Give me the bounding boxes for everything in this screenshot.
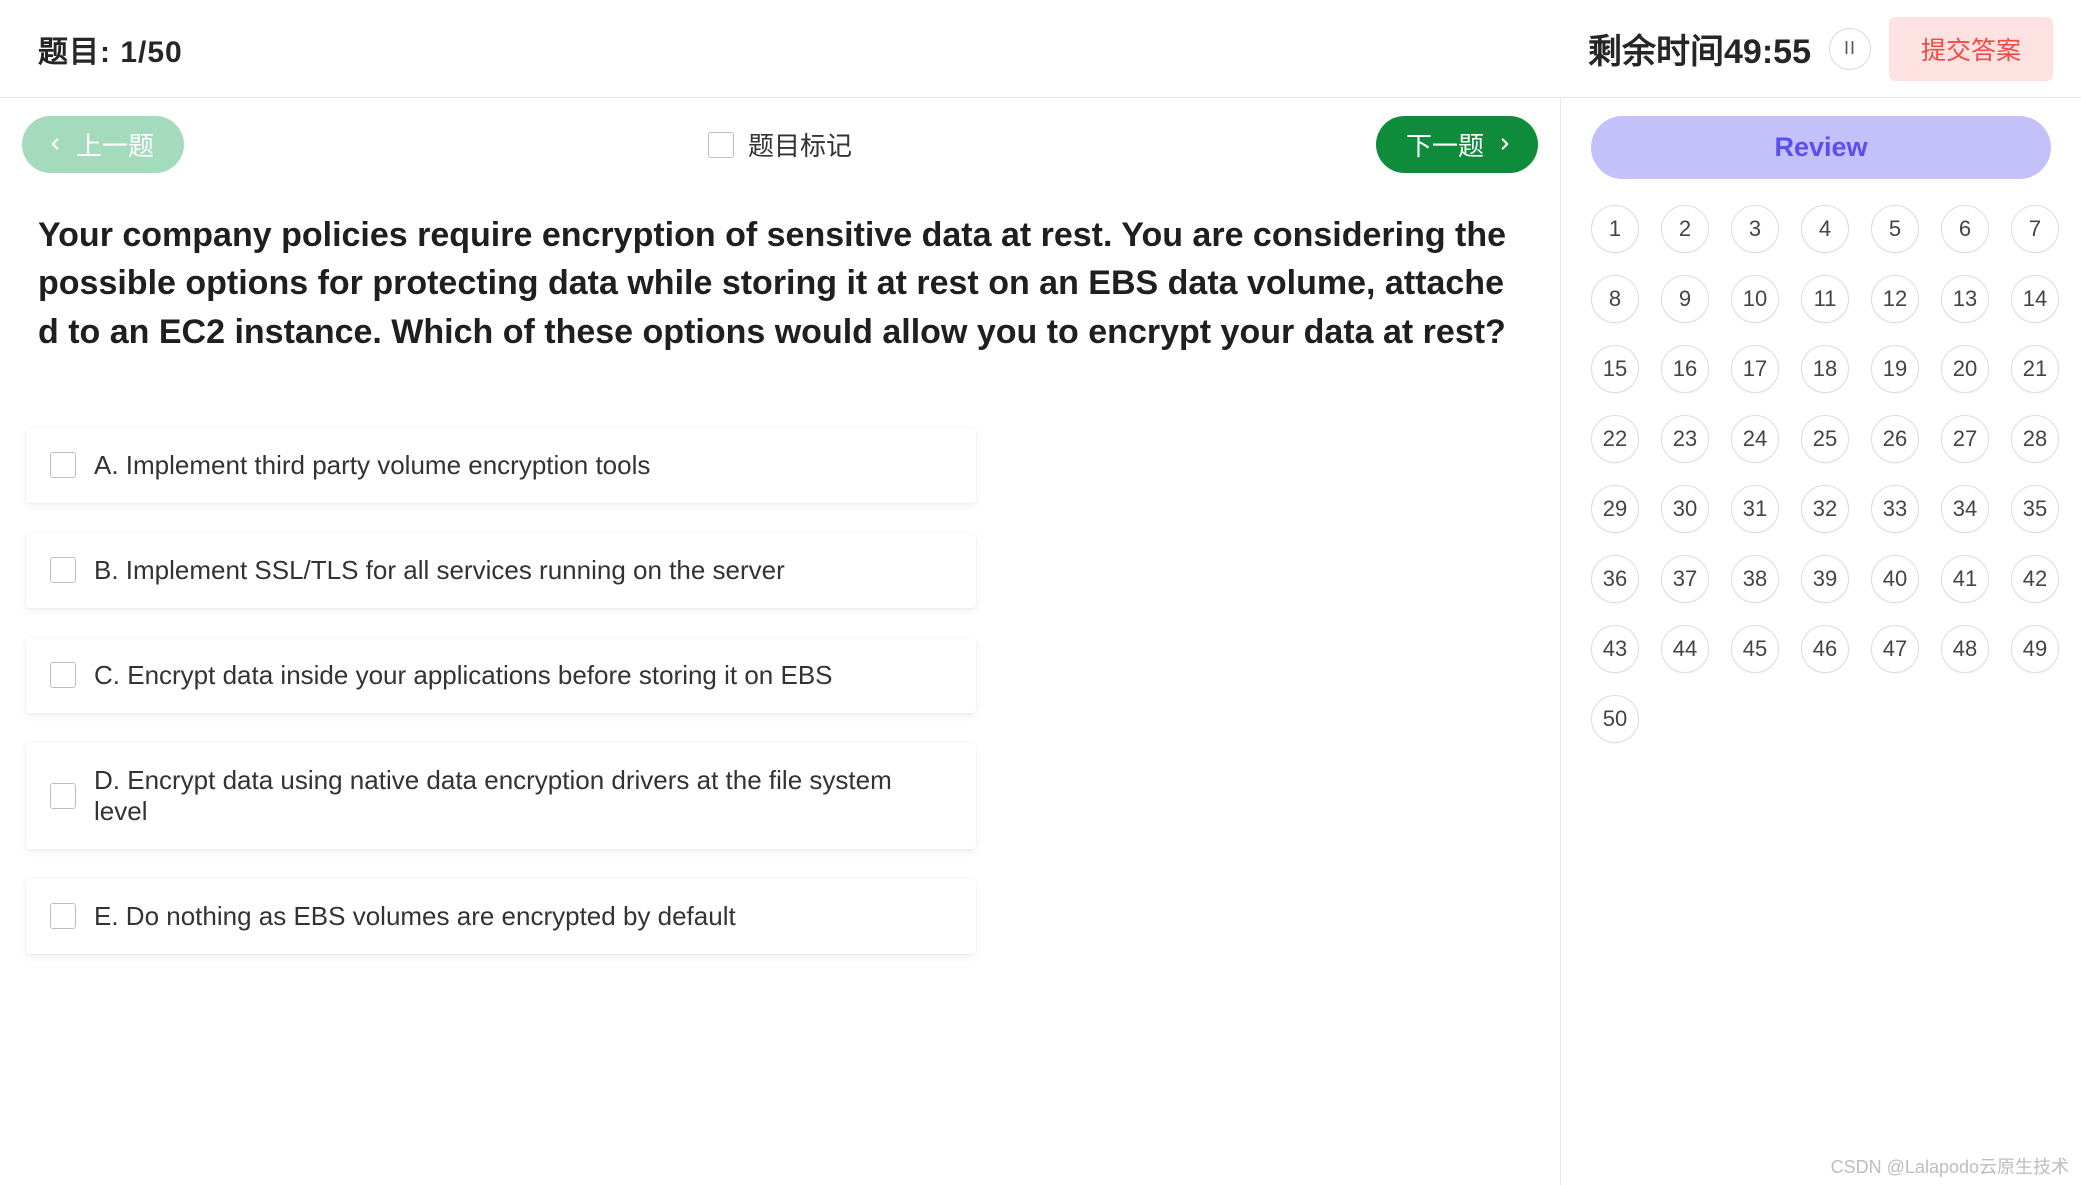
question-number-cell[interactable]: 19 <box>1871 345 1919 393</box>
question-number-cell[interactable]: 50 <box>1591 695 1639 743</box>
question-number-cell[interactable]: 15 <box>1591 345 1639 393</box>
question-number-cell[interactable]: 33 <box>1871 485 1919 533</box>
question-number-cell[interactable]: 44 <box>1661 625 1709 673</box>
question-number-cell[interactable]: 4 <box>1801 205 1849 253</box>
timer-label: 剩余时间49:55 <box>1588 24 1811 73</box>
question-number-cell[interactable]: 30 <box>1661 485 1709 533</box>
answer-option[interactable]: C. Encrypt data inside your applications… <box>26 638 976 713</box>
top-bar: 题目: 1/50 剩余时间49:55 II 提交答案 <box>0 0 2081 98</box>
question-number-cell[interactable]: 31 <box>1731 485 1779 533</box>
question-number-cell[interactable]: 11 <box>1801 275 1849 323</box>
question-number-cell[interactable]: 14 <box>2011 275 2059 323</box>
top-right-controls: 剩余时间49:55 II 提交答案 <box>1588 17 2053 81</box>
question-number-cell[interactable]: 40 <box>1871 555 1919 603</box>
chevron-right-icon <box>1496 129 1514 160</box>
question-number-cell[interactable]: 46 <box>1801 625 1849 673</box>
question-number-cell[interactable]: 25 <box>1801 415 1849 463</box>
question-number-cell[interactable]: 36 <box>1591 555 1639 603</box>
question-number-cell[interactable]: 32 <box>1801 485 1849 533</box>
question-number-cell[interactable]: 24 <box>1731 415 1779 463</box>
question-number-cell[interactable]: 17 <box>1731 345 1779 393</box>
next-label: 下一题 <box>1406 126 1484 163</box>
answer-checkbox[interactable] <box>50 662 76 688</box>
question-number-cell[interactable]: 6 <box>1941 205 1989 253</box>
body-area: 上一题 题目标记 下一题 Your company policies requi… <box>0 98 2081 1185</box>
question-number-cell[interactable]: 35 <box>2011 485 2059 533</box>
question-number-cell[interactable]: 9 <box>1661 275 1709 323</box>
prev-label: 上一题 <box>76 126 154 163</box>
question-number-cell[interactable]: 42 <box>2011 555 2059 603</box>
question-number-cell[interactable]: 27 <box>1941 415 1989 463</box>
question-number-cell[interactable]: 7 <box>2011 205 2059 253</box>
question-number-cell[interactable]: 37 <box>1661 555 1709 603</box>
question-number-cell[interactable]: 21 <box>2011 345 2059 393</box>
question-number-cell[interactable]: 41 <box>1941 555 1989 603</box>
answer-checkbox[interactable] <box>50 557 76 583</box>
question-panel: 上一题 题目标记 下一题 Your company policies requi… <box>0 98 1561 1185</box>
question-number-cell[interactable]: 26 <box>1871 415 1919 463</box>
question-number-cell[interactable]: 10 <box>1731 275 1779 323</box>
mark-checkbox[interactable] <box>708 132 734 158</box>
question-number-cell[interactable]: 49 <box>2011 625 2059 673</box>
question-text: Your company policies require encryption… <box>22 207 1538 356</box>
question-number-cell[interactable]: 5 <box>1871 205 1919 253</box>
prev-question-button[interactable]: 上一题 <box>22 116 184 173</box>
answer-label: C. Encrypt data inside your applications… <box>94 660 833 691</box>
question-number-cell[interactable]: 45 <box>1731 625 1779 673</box>
mark-label: 题目标记 <box>748 126 852 163</box>
answer-option[interactable]: B. Implement SSL/TLS for all services ru… <box>26 533 976 608</box>
question-number-cell[interactable]: 20 <box>1941 345 1989 393</box>
question-number-cell[interactable]: 39 <box>1801 555 1849 603</box>
chevron-left-icon <box>46 129 64 160</box>
mark-question-toggle[interactable]: 题目标记 <box>708 126 852 163</box>
answer-checkbox[interactable] <box>50 903 76 929</box>
answer-label: A. Implement third party volume encrypti… <box>94 450 650 481</box>
question-number-cell[interactable]: 1 <box>1591 205 1639 253</box>
answer-list: A. Implement third party volume encrypti… <box>22 428 1538 954</box>
question-number-cell[interactable]: 34 <box>1941 485 1989 533</box>
answer-label: D. Encrypt data using native data encryp… <box>94 765 952 827</box>
question-number-cell[interactable]: 29 <box>1591 485 1639 533</box>
review-button[interactable]: Review <box>1591 116 2051 179</box>
question-counter: 题目: 1/50 <box>38 27 183 71</box>
question-number-cell[interactable]: 38 <box>1731 555 1779 603</box>
answer-checkbox[interactable] <box>50 783 76 809</box>
question-number-grid: 1234567891011121314151617181920212223242… <box>1591 205 2051 743</box>
question-number-cell[interactable]: 28 <box>2011 415 2059 463</box>
pause-button[interactable]: II <box>1829 28 1871 70</box>
answer-option[interactable]: D. Encrypt data using native data encryp… <box>26 743 976 849</box>
question-number-cell[interactable]: 2 <box>1661 205 1709 253</box>
question-number-cell[interactable]: 13 <box>1941 275 1989 323</box>
question-number-cell[interactable]: 16 <box>1661 345 1709 393</box>
question-number-cell[interactable]: 8 <box>1591 275 1639 323</box>
question-number-cell[interactable]: 3 <box>1731 205 1779 253</box>
question-number-cell[interactable]: 48 <box>1941 625 1989 673</box>
question-number-cell[interactable]: 12 <box>1871 275 1919 323</box>
question-number-cell[interactable]: 43 <box>1591 625 1639 673</box>
question-number-cell[interactable]: 47 <box>1871 625 1919 673</box>
question-number-cell[interactable]: 22 <box>1591 415 1639 463</box>
next-question-button[interactable]: 下一题 <box>1376 116 1538 173</box>
review-panel: Review 123456789101112131415161718192021… <box>1561 98 2081 1185</box>
question-nav-row: 上一题 题目标记 下一题 <box>22 116 1538 173</box>
pause-icon: II <box>1844 38 1856 59</box>
answer-option[interactable]: E. Do nothing as EBS volumes are encrypt… <box>26 879 976 954</box>
answer-label: E. Do nothing as EBS volumes are encrypt… <box>94 901 736 932</box>
question-number-cell[interactable]: 18 <box>1801 345 1849 393</box>
answer-label: B. Implement SSL/TLS for all services ru… <box>94 555 785 586</box>
submit-button[interactable]: 提交答案 <box>1889 17 2053 81</box>
question-number-cell[interactable]: 23 <box>1661 415 1709 463</box>
answer-checkbox[interactable] <box>50 452 76 478</box>
answer-option[interactable]: A. Implement third party volume encrypti… <box>26 428 976 503</box>
